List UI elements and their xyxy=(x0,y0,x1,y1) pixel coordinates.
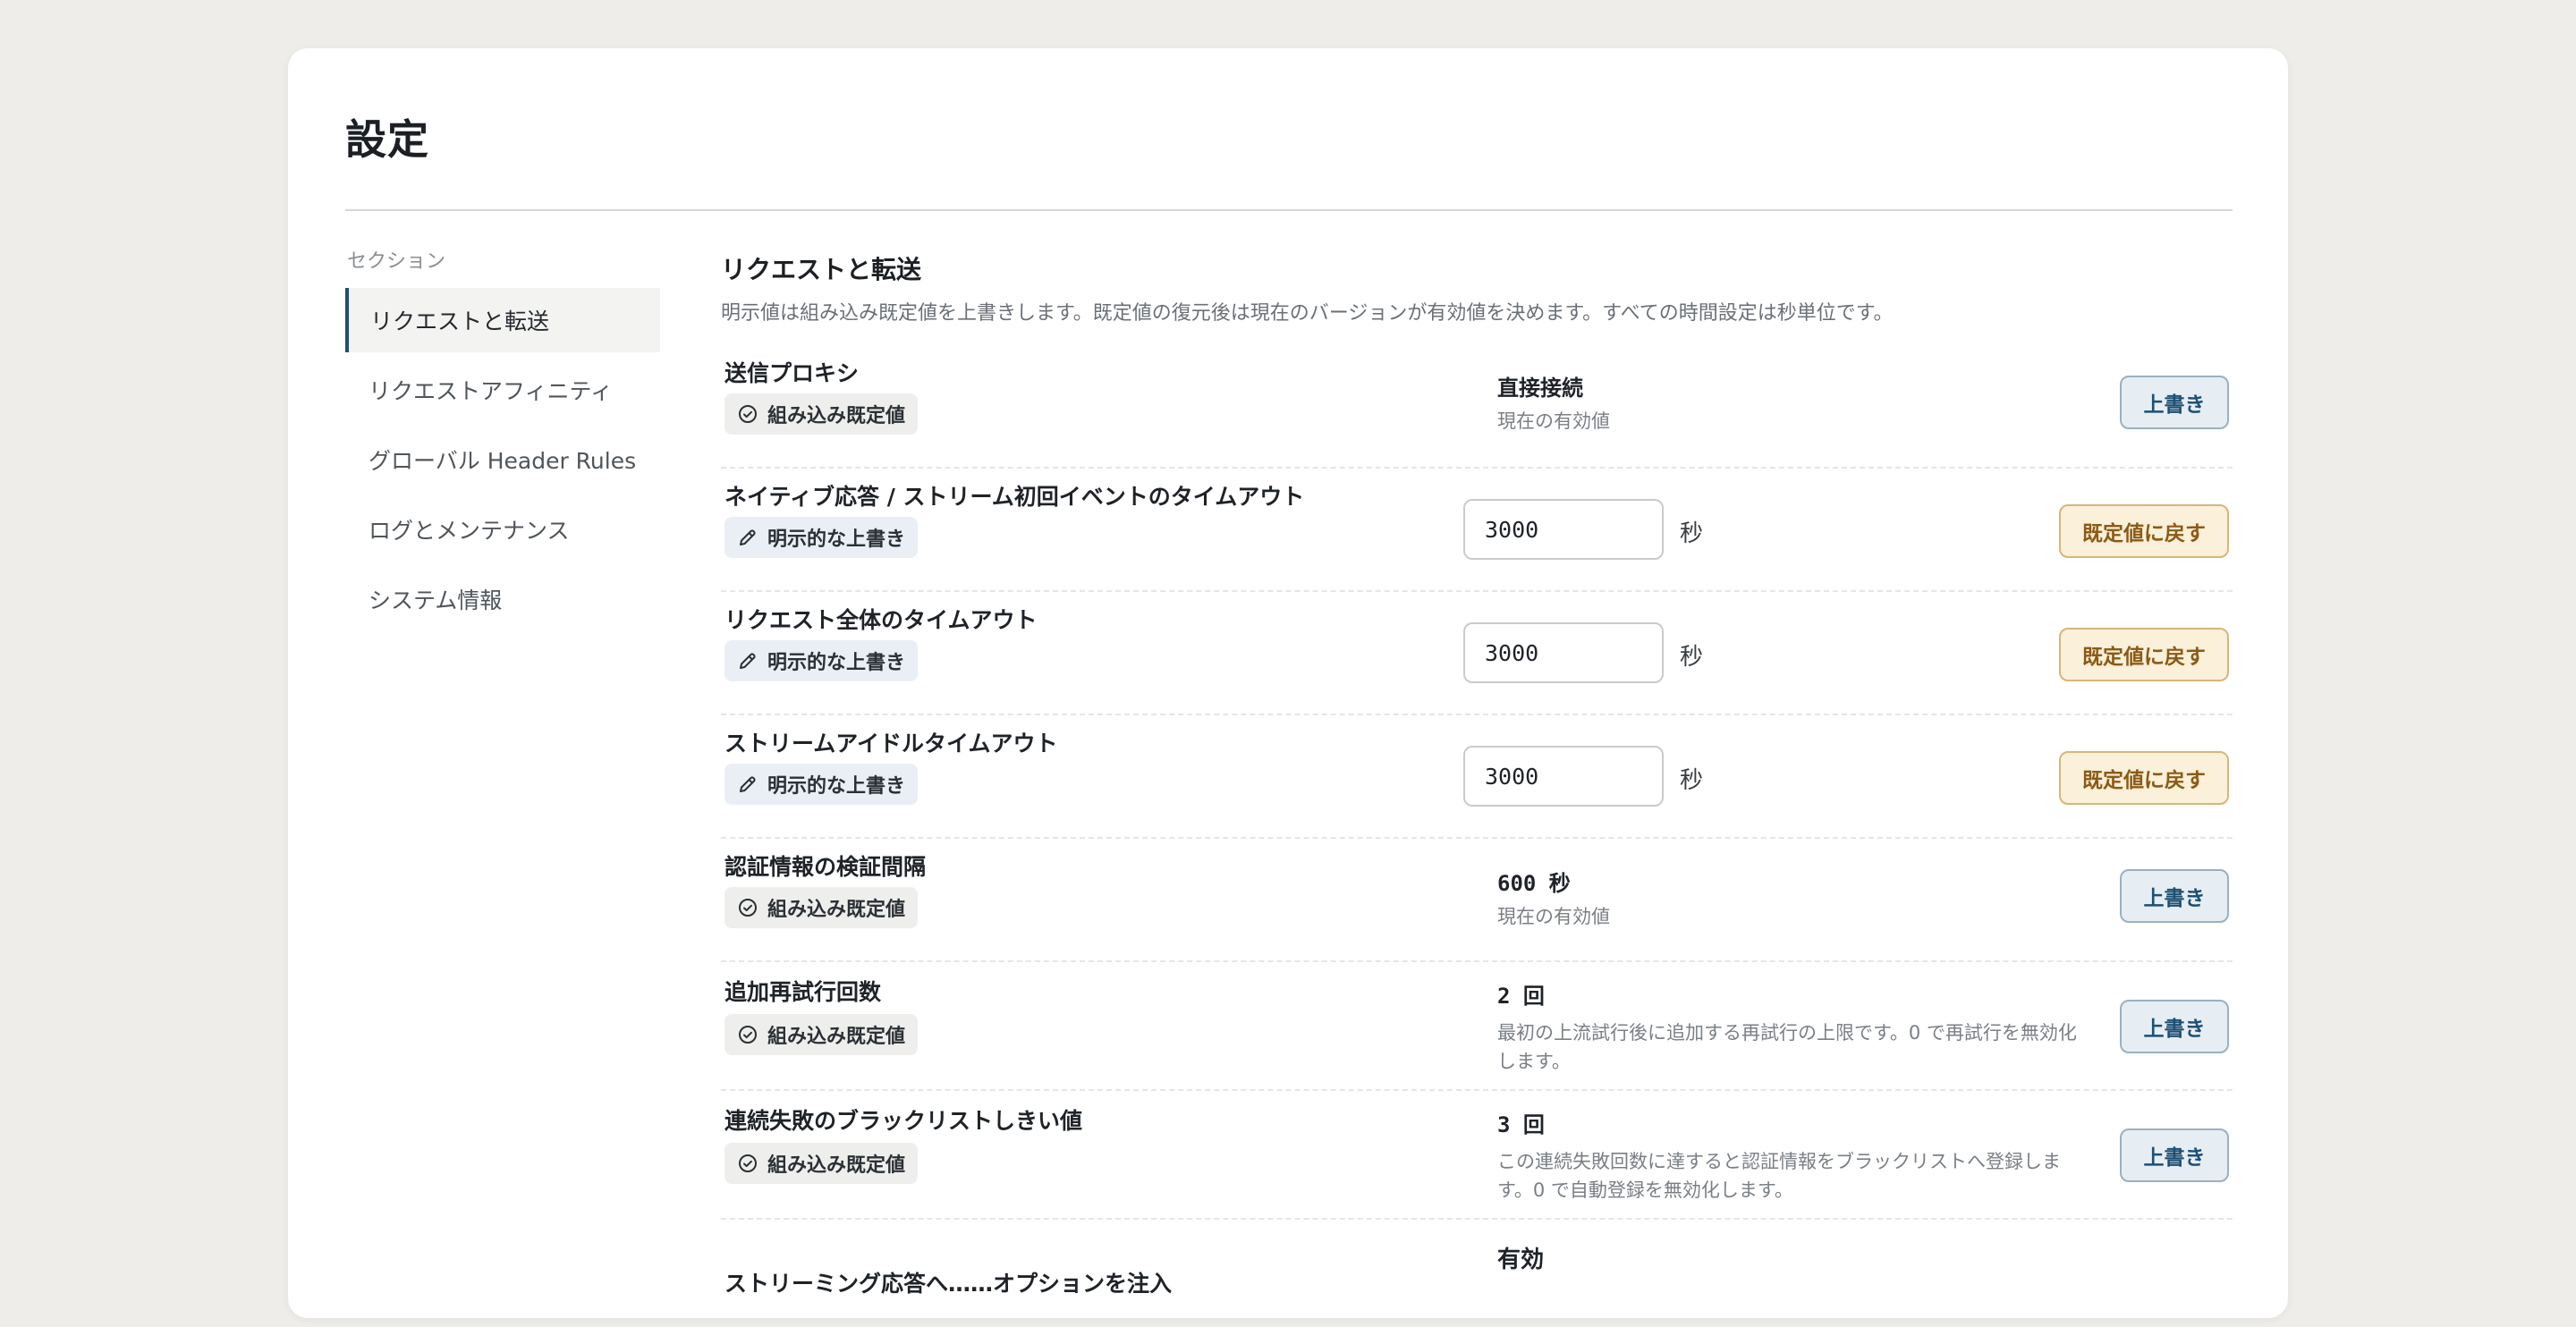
override-button[interactable]: 上書き xyxy=(2120,1000,2229,1053)
setting-label: 認証情報の検証間隔 xyxy=(724,854,927,880)
timeout-input[interactable] xyxy=(1463,499,1664,560)
setting-row-credential-check-interval: 認証情報の検証間隔 組み込み既定値 600 秒 現在の有効値 上書き xyxy=(721,839,2233,962)
setting-row-request-timeout: リクエスト全体のタイムアウト 明示的な上書き 秒 既定値に戻す xyxy=(721,592,2233,715)
setting-row-streaming-injection: ストリーミング応答へ……オプションを注入 有効 xyxy=(721,1220,2233,1327)
page-title: 設定 xyxy=(345,115,429,164)
pencil-icon xyxy=(737,527,758,548)
effective-value: 600 秒 現在の有効値 xyxy=(1497,866,2088,931)
builtin-default-badge: 組み込み既定値 xyxy=(724,1143,919,1184)
explicit-override-badge: 明示的な上書き xyxy=(724,517,919,558)
nav-item-request-affinity[interactable]: リクエストアフィニティ xyxy=(345,358,660,422)
explicit-override-badge: 明示的な上書き xyxy=(724,764,919,805)
effective-value: 2 回 最初の上流試行後に追加する再試行の上限です。0 で再試行を無効化します。 xyxy=(1497,978,2088,1076)
setting-label: ストリームアイドルタイムアウト xyxy=(724,731,1058,756)
settings-card: 設定 セクション リクエストと転送 リクエストアフィニティ グローバル Head… xyxy=(288,48,2288,1318)
badge-text: 組み込み既定値 xyxy=(767,1026,906,1048)
nav-heading: セクション xyxy=(347,250,446,273)
badge-text: 組み込み既定値 xyxy=(767,1154,906,1177)
pencil-icon xyxy=(737,773,758,795)
builtin-default-badge: 組み込み既定値 xyxy=(724,1014,919,1055)
value-sub: 最初の上流試行後に追加する再試行の上限です。0 で再試行を無効化します。 xyxy=(1497,1022,2077,1072)
setting-row-stream-idle-timeout: ストリームアイドルタイムアウト 明示的な上書き 秒 既定値に戻す xyxy=(721,715,2233,839)
setting-label: リクエスト全体のタイムアウト xyxy=(724,607,1038,633)
timeout-input[interactable] xyxy=(1463,622,1664,683)
value-main: 2 回 xyxy=(1497,984,1545,1009)
setting-label: 追加再試行回数 xyxy=(724,979,882,1005)
value-main: 600 秒 xyxy=(1497,871,1571,896)
nav-item-system-info[interactable]: システム情報 xyxy=(345,567,660,631)
setting-label: ネイティブ応答 / ストリーム初回イベントのタイムアウト xyxy=(724,484,1305,510)
reset-default-button[interactable]: 既定値に戻す xyxy=(2059,751,2229,805)
value-sub: 現在の有効値 xyxy=(1497,906,1610,927)
setting-label: 送信プロキシ xyxy=(724,360,860,386)
section-title: リクエストと転送 xyxy=(721,255,922,284)
reset-default-button[interactable]: 既定値に戻す xyxy=(2059,628,2229,681)
badge-text: 組み込み既定値 xyxy=(767,899,906,921)
setting-label: ストリーミング応答へ……オプションを注入 xyxy=(724,1271,1173,1297)
override-button[interactable]: 上書き xyxy=(2120,1128,2229,1182)
main-content: リクエストと転送 明示値は組み込み既定値を上書きします。既定値の復元後は現在のバ… xyxy=(721,250,2233,1327)
setting-row-first-event-timeout: ネイティブ応答 / ストリーム初回イベントのタイムアウト 明示的な上書き 秒 既… xyxy=(721,469,2233,592)
value-main: 3 回 xyxy=(1497,1112,1545,1137)
check-circle-icon xyxy=(737,403,758,425)
setting-label: 連続失敗のブラックリストしきい値 xyxy=(724,1108,1083,1134)
title-divider xyxy=(345,209,2233,211)
builtin-default-badge: 組み込み既定値 xyxy=(724,393,919,435)
check-circle-icon xyxy=(737,1024,758,1045)
value-sub: 現在の有効値 xyxy=(1497,410,1610,432)
nav-item-logs-maintenance[interactable]: ログとメンテナンス xyxy=(345,497,660,562)
nav-item-request-forwarding[interactable]: リクエストと転送 xyxy=(345,288,660,352)
setting-row-extra-retries: 追加再試行回数 組み込み既定値 2 回 最初の上流試行後に追加する再試行の上限で… xyxy=(721,962,2233,1091)
settings-list: 送信プロキシ 組み込み既定値 直接接続 現在の有効値 上書き ネイティブ応答 /… xyxy=(721,345,2233,1327)
override-button[interactable]: 上書き xyxy=(2120,869,2229,923)
effective-value: 3 回 この連続失敗回数に達すると認証情報をブラックリストへ登録します。0 で自… xyxy=(1497,1107,2088,1204)
badge-text: 明示的な上書き xyxy=(767,775,906,798)
unit-label: 秒 xyxy=(1680,520,1704,547)
check-circle-icon xyxy=(737,897,758,918)
effective-value: 有効 xyxy=(1497,1241,1544,1274)
section-description: 明示値は組み込み既定値を上書きします。既定値の復元後は現在のバージョンが有効値を… xyxy=(721,302,1894,325)
check-circle-icon xyxy=(737,1153,758,1174)
effective-value: 直接接続 現在の有効値 xyxy=(1497,370,2088,435)
pencil-icon xyxy=(737,650,758,672)
unit-label: 秒 xyxy=(1680,644,1704,671)
unit-label: 秒 xyxy=(1680,767,1704,794)
nav-item-global-header-rules[interactable]: グローバル Header Rules xyxy=(345,427,660,492)
override-button[interactable]: 上書き xyxy=(2120,376,2229,429)
value-main: 有効 xyxy=(1497,1247,1545,1273)
setting-row-blacklist-threshold: 連続失敗のブラックリストしきい値 組み込み既定値 3 回 この連続失敗回数に達す… xyxy=(721,1091,2233,1220)
value-sub: この連続失敗回数に達すると認証情報をブラックリストへ登録します。0 で自動登録を… xyxy=(1497,1151,2061,1201)
badge-text: 明示的な上書き xyxy=(767,528,906,551)
timeout-input[interactable] xyxy=(1463,746,1664,807)
setting-row-proxy: 送信プロキシ 組み込み既定値 直接接続 現在の有効値 上書き xyxy=(721,345,2233,469)
section-nav: セクション リクエストと転送 リクエストアフィニティ グローバル Header … xyxy=(345,245,660,637)
badge-text: 組み込み既定値 xyxy=(767,405,906,427)
reset-default-button[interactable]: 既定値に戻す xyxy=(2059,504,2229,558)
value-main: 直接接続 xyxy=(1497,376,1583,401)
explicit-override-badge: 明示的な上書き xyxy=(724,640,919,681)
builtin-default-badge: 組み込み既定値 xyxy=(724,887,919,928)
badge-text: 明示的な上書き xyxy=(767,652,906,674)
